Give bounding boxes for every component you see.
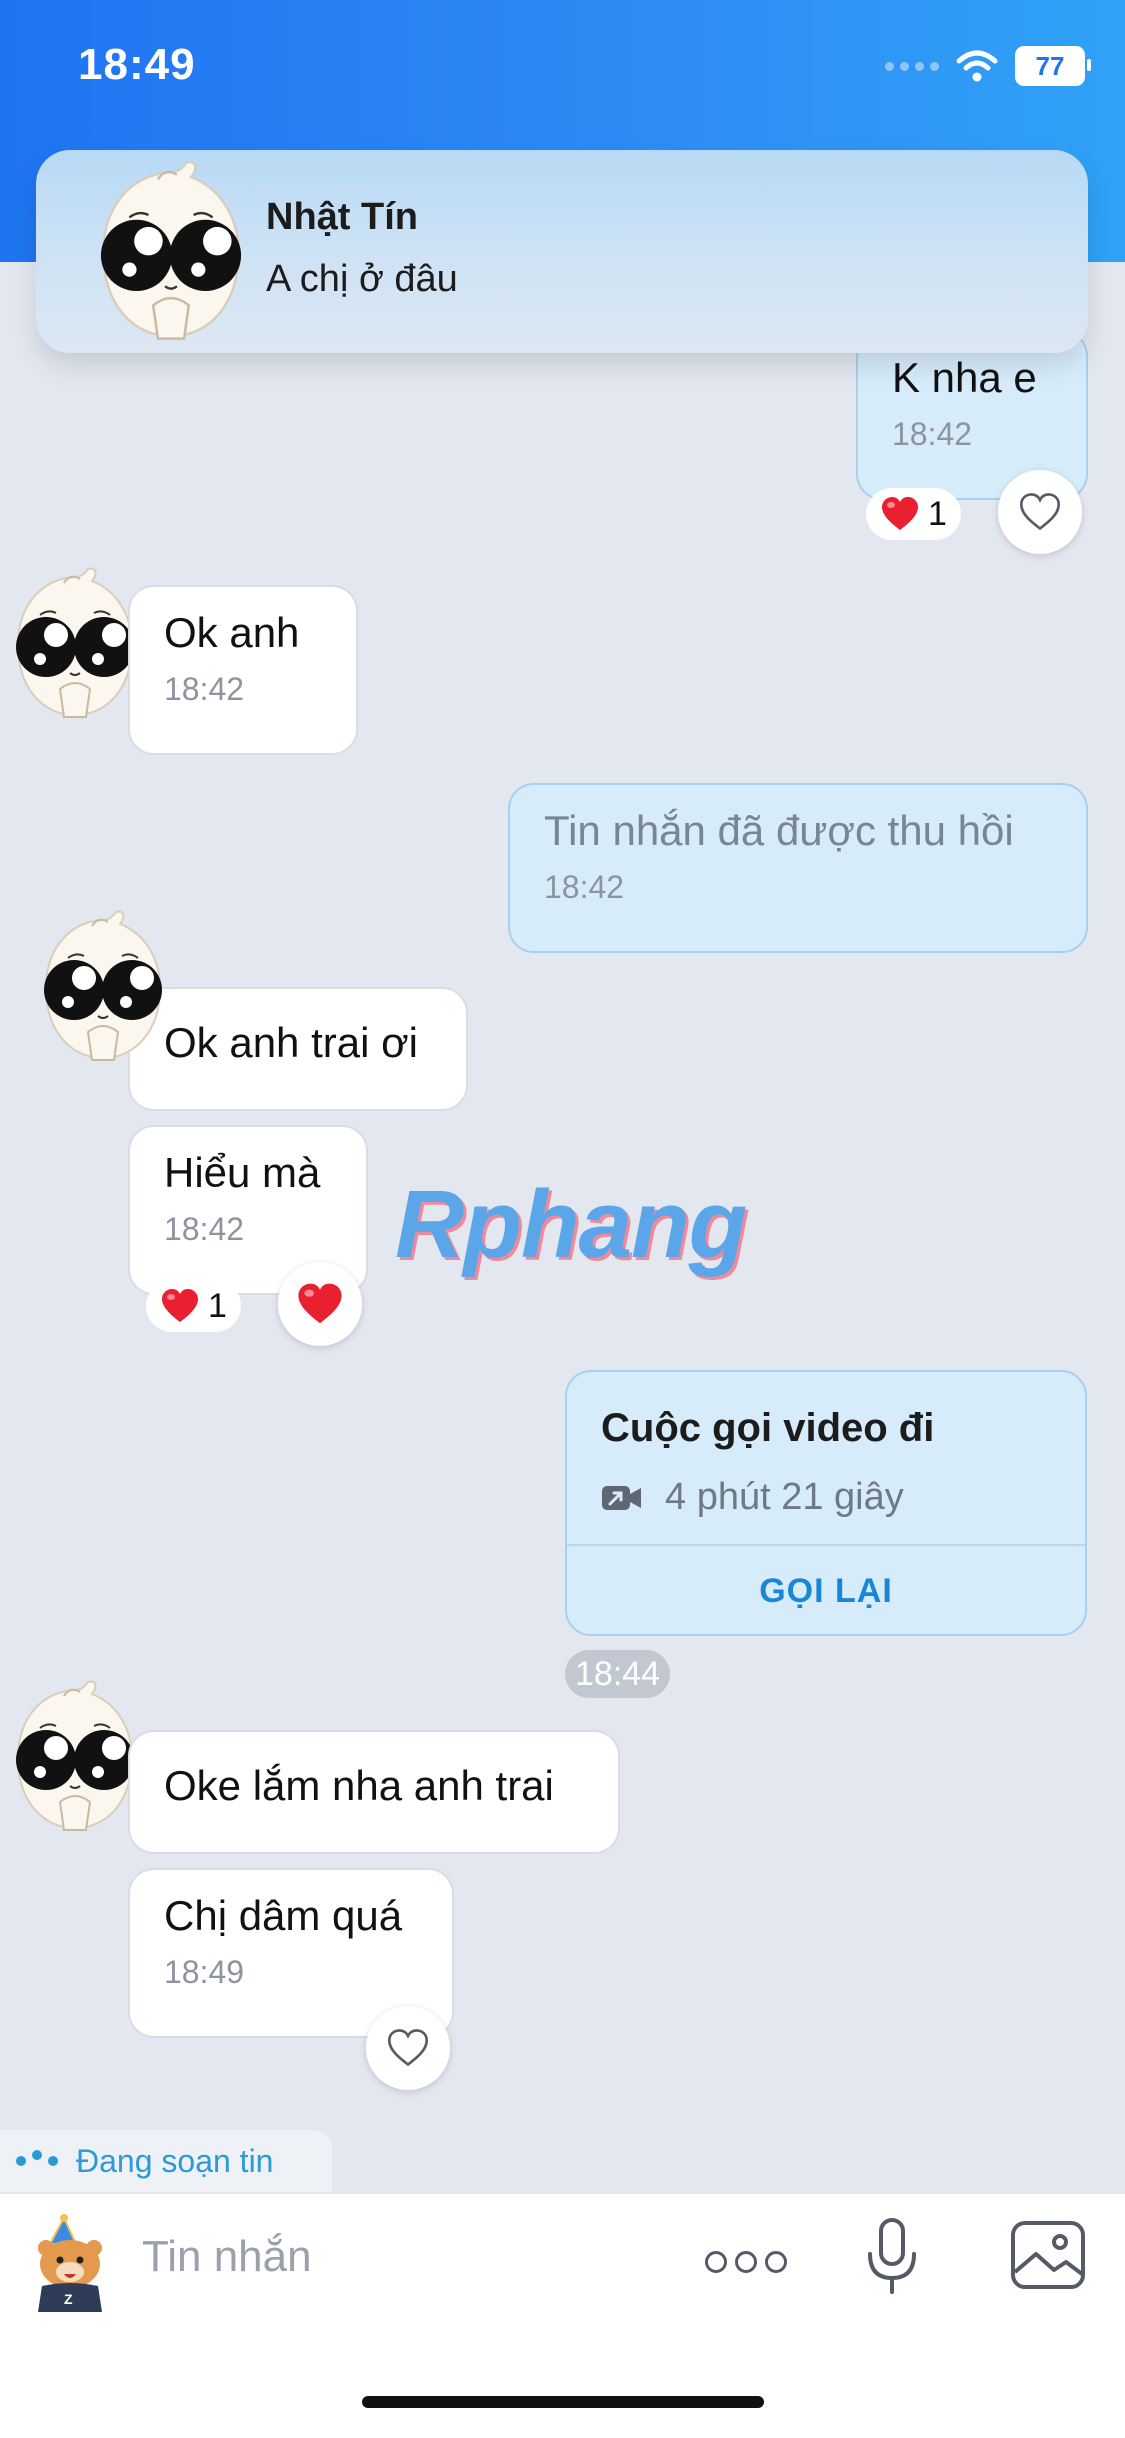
call-back-button[interactable]: GỌI LẠI xyxy=(567,1572,1085,1611)
reaction-count: 1 xyxy=(208,1286,227,1325)
message-bubble-incoming[interactable]: Ok anh 18:42 xyxy=(128,585,358,755)
image-icon[interactable] xyxy=(1010,2220,1086,2290)
sticker-icon[interactable]: Z xyxy=(20,2214,120,2314)
wifi-icon xyxy=(956,50,998,82)
message-bubble-incoming[interactable]: Oke lắm nha anh trai xyxy=(128,1730,620,1854)
heart-icon xyxy=(160,1288,200,1324)
message-text: Hiểu mà xyxy=(164,1149,321,1196)
signal-icon xyxy=(885,61,939,71)
message-bubble-recalled[interactable]: Tin nhắn đã được thu hồi 18:42 xyxy=(508,783,1088,953)
svg-text:Z: Z xyxy=(64,2291,73,2307)
heart-outline-icon xyxy=(1018,492,1062,532)
status-time: 18:49 xyxy=(78,40,196,89)
message-composer: Z Tin nhắn xyxy=(0,2192,1125,2438)
react-button[interactable] xyxy=(366,2006,450,2090)
notification-banner[interactable]: Nhật Tín A chị ở đâu xyxy=(36,150,1088,353)
call-duration: 4 phút 21 giây xyxy=(665,1476,904,1518)
notification-avatar xyxy=(76,158,266,348)
message-text: Ok anh xyxy=(164,609,300,656)
battery-indicator: 77 xyxy=(1015,46,1091,86)
microphone-icon[interactable] xyxy=(862,2216,922,2296)
reaction-summary[interactable]: 1 xyxy=(866,488,961,540)
call-title: Cuộc gọi video đi xyxy=(601,1406,935,1450)
more-options-icon[interactable] xyxy=(705,2242,789,2282)
message-text: Ok anh trai ơi xyxy=(164,1019,418,1066)
typing-indicator: Đang soạn tin xyxy=(0,2130,332,2192)
home-indicator xyxy=(362,2396,764,2408)
heart-outline-icon xyxy=(386,2028,430,2068)
video-call-card[interactable]: Cuộc gọi video đi 4 phút 21 giây GỌI LẠI xyxy=(565,1370,1087,1636)
message-time: 18:42 xyxy=(164,1211,245,1247)
notification-message: A chị ở đâu xyxy=(266,258,458,300)
message-time: 18:42 xyxy=(164,671,245,707)
message-text: Tin nhắn đã được thu hồi xyxy=(544,807,1014,854)
message-text: Oke lắm nha anh trai xyxy=(164,1762,554,1809)
heart-icon xyxy=(880,496,920,532)
heart-icon xyxy=(296,1282,344,1326)
typing-text: Đang soạn tin xyxy=(76,2142,274,2179)
react-button[interactable] xyxy=(998,470,1082,554)
message-text: Chị dâm quá xyxy=(164,1892,403,1939)
call-time-badge: 18:44 xyxy=(565,1650,671,1698)
typing-dots-icon xyxy=(16,2150,58,2166)
message-time: 18:42 xyxy=(892,416,973,452)
contact-avatar[interactable] xyxy=(28,908,178,1068)
status-icons: 77 xyxy=(885,46,1091,86)
divider xyxy=(567,1544,1085,1546)
notification-sender: Nhật Tín xyxy=(266,196,418,238)
react-button[interactable] xyxy=(278,1262,362,1346)
message-text: K nha e xyxy=(892,354,1037,401)
reaction-summary[interactable]: 1 xyxy=(146,1280,241,1332)
call-duration-row: 4 phút 21 giây xyxy=(601,1476,904,1519)
message-time: 18:49 xyxy=(164,1954,245,1990)
video-call-icon xyxy=(602,1485,641,1510)
reaction-count: 1 xyxy=(928,494,947,533)
watermark: Rphang xyxy=(395,1171,747,1278)
message-input[interactable]: Tin nhắn xyxy=(142,2232,312,2282)
message-bubble-incoming[interactable]: Ok anh trai ơi xyxy=(128,987,468,1111)
message-time: 18:42 xyxy=(544,869,625,905)
